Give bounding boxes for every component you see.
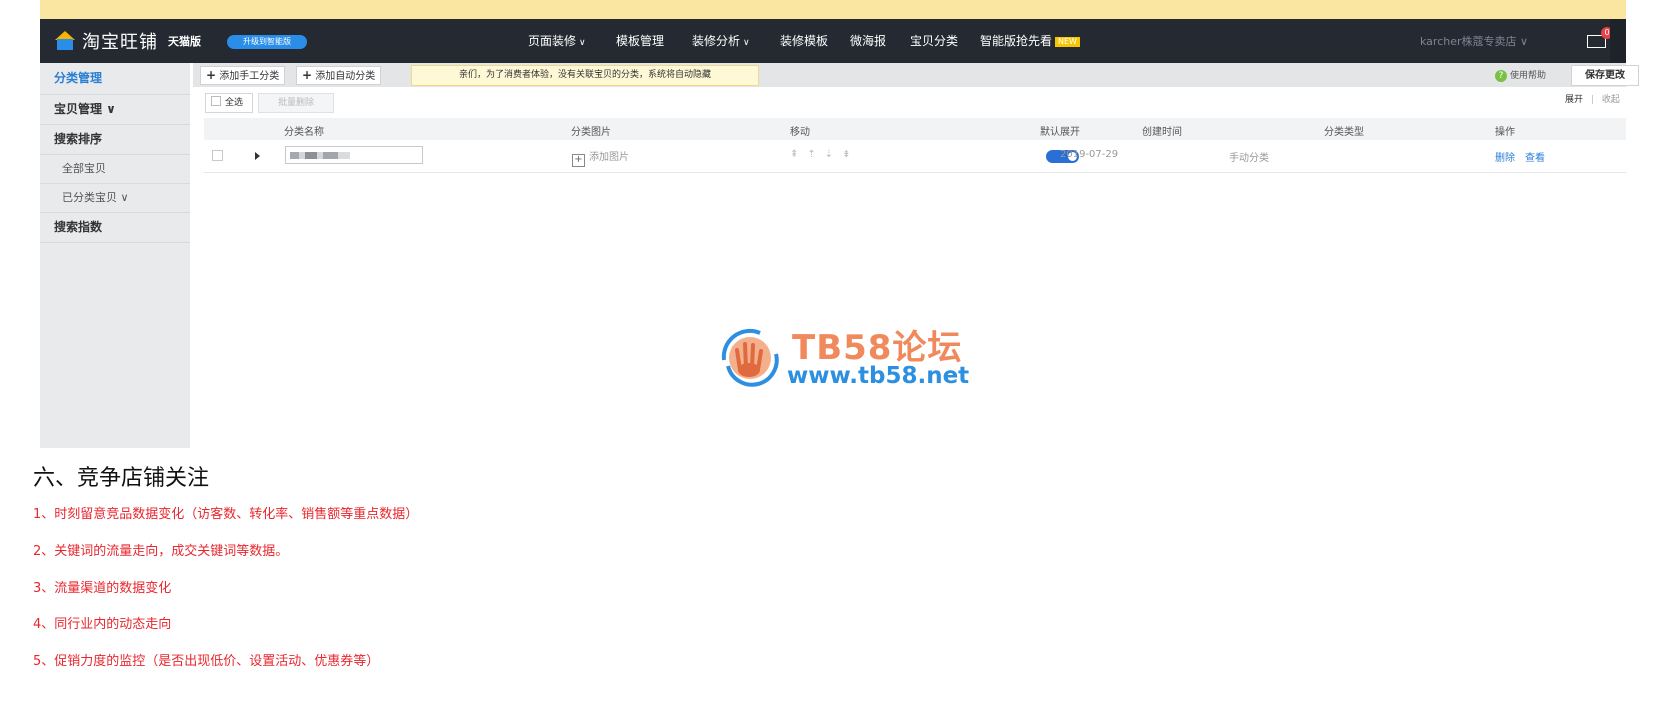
delete-link[interactable]: 删除	[1495, 153, 1515, 164]
column-header-type: 分类类型	[1324, 127, 1364, 138]
shop-name-dropdown[interactable]: karcher株蔻专卖店 ∨	[1420, 33, 1528, 49]
nav-decoration-analysis[interactable]: 装修分析 ∨	[692, 32, 750, 50]
nav-template-management[interactable]: 模板管理	[616, 32, 664, 50]
created-date: 2019-07-29	[1060, 149, 1119, 160]
checkbox-icon	[211, 96, 221, 106]
batch-delete-button[interactable]: 批量删除	[258, 93, 334, 113]
column-header-move: 移动	[790, 127, 810, 138]
plus-icon: +	[206, 68, 217, 82]
help-icon: ?	[1495, 70, 1507, 82]
chevron-down-icon: ∨	[579, 38, 586, 48]
sidebar-item-search-sort[interactable]: 搜索排序	[40, 125, 190, 155]
column-header-default-expand: 默认展开	[1040, 127, 1080, 138]
save-changes-button[interactable]: 保存更改	[1571, 65, 1639, 86]
message-button[interactable]: 0	[1585, 27, 1613, 53]
column-header-image: 分类图片	[571, 127, 611, 138]
divider: |	[1590, 95, 1594, 105]
sidebar-item-search-index[interactable]: 搜索指数	[40, 213, 190, 243]
notice-strip	[40, 0, 1626, 19]
watermark-url: www.tb58.net	[787, 363, 970, 389]
category-name-input[interactable]	[285, 146, 423, 164]
category-type: 手动分类	[1229, 153, 1269, 164]
new-badge: NEW	[1055, 36, 1080, 47]
category-toolbar: + 添加手工分类 + 添加自动分类 亲们，为了消费者体验，没有关联宝贝的分类，系…	[193, 63, 1639, 87]
top-nav-bar: 淘宝旺铺 天猫版 升级到智能版 页面装修 ∨ 模板管理 装修分析 ∨ 装修模板 微海…	[40, 19, 1626, 63]
nav-page-decoration[interactable]: 页面装修 ∨	[528, 32, 586, 50]
plus-icon: +	[302, 68, 313, 82]
nav-micro-poster[interactable]: 微海报	[850, 32, 886, 50]
table-row: + 添加图片 ⇞⇡⇣⇟ 2019-07-29 手动分类 删除 查看	[204, 140, 1626, 173]
section-heading: 六、竞争店铺关注	[33, 466, 210, 491]
move-arrows-icon[interactable]: ⇞⇡⇣⇟	[790, 149, 860, 160]
sidebar: 分类管理 宝贝管理 ∨ 搜索排序 全部宝贝 已分类宝贝 ∨ 搜索指数	[40, 63, 190, 448]
add-image-button[interactable]: + 添加图片	[572, 148, 629, 167]
sidebar-item-categorized-items[interactable]: 已分类宝贝 ∨	[40, 184, 190, 213]
list-item: 2、关键词的流量走向，成交关键词等数据。	[33, 544, 289, 559]
column-header-name: 分类名称	[284, 127, 324, 138]
nav-smart-preview[interactable]: 智能版抢先看 NEW	[980, 32, 1080, 50]
topbar-edge	[1610, 19, 1626, 63]
list-item: 1、时刻留意竞品数据变化（访客数、转化率、销售额等重点数据）	[33, 507, 419, 522]
column-header-actions: 操作	[1495, 127, 1515, 138]
sidebar-item-item-management[interactable]: 宝贝管理 ∨	[40, 95, 190, 125]
list-item: 4、同行业内的动态走向	[33, 617, 172, 632]
logo[interactable]: 淘宝旺铺 天猫版	[54, 29, 201, 53]
view-link[interactable]: 查看	[1525, 153, 1545, 164]
edition-label: 天猫版	[168, 35, 201, 48]
list-item: 5、促销力度的监控（是否出现低价、设置活动、优惠券等）	[33, 654, 380, 669]
collapse-all-link[interactable]: 收起	[1602, 95, 1620, 105]
chevron-down-icon: ∨	[743, 38, 750, 48]
hidden-category-tip: 亲们，为了消费者体验，没有关联宝贝的分类，系统将自动隐藏	[411, 65, 759, 86]
column-header-created: 创建时间	[1142, 127, 1182, 138]
blurred-name	[290, 152, 350, 159]
nav-decoration-templates[interactable]: 装修模板	[780, 32, 828, 50]
upgrade-button[interactable]: 升级到智能版	[227, 35, 307, 49]
expand-collapse-links: 展开 | 收起	[1565, 92, 1620, 105]
row-checkbox[interactable]	[212, 150, 223, 161]
brand-title: 淘宝旺铺	[82, 32, 158, 53]
select-all-checkbox[interactable]: 全选	[205, 93, 253, 113]
store-logo-icon	[54, 31, 76, 51]
plus-icon: +	[572, 154, 585, 167]
add-manual-category-button[interactable]: + 添加手工分类	[200, 66, 286, 85]
list-item: 3、流量渠道的数据变化	[33, 581, 172, 596]
help-link[interactable]: ? 使用帮助	[1495, 68, 1546, 82]
expand-arrow-icon[interactable]	[255, 152, 260, 160]
expand-all-link[interactable]: 展开	[1565, 95, 1583, 105]
hand-logo-icon	[721, 329, 779, 387]
nav-item-categories[interactable]: 宝贝分类	[910, 32, 958, 50]
sidebar-item-category-management[interactable]: 分类管理	[40, 63, 190, 95]
watermark-title: TB58论坛	[792, 328, 963, 368]
add-auto-category-button[interactable]: + 添加自动分类	[296, 66, 382, 85]
sidebar-item-all-items[interactable]: 全部宝贝	[40, 155, 190, 184]
row-actions: 删除 查看	[1495, 149, 1555, 164]
table-header: 分类名称 分类图片 移动 默认展开 创建时间 分类类型 操作	[204, 118, 1626, 140]
